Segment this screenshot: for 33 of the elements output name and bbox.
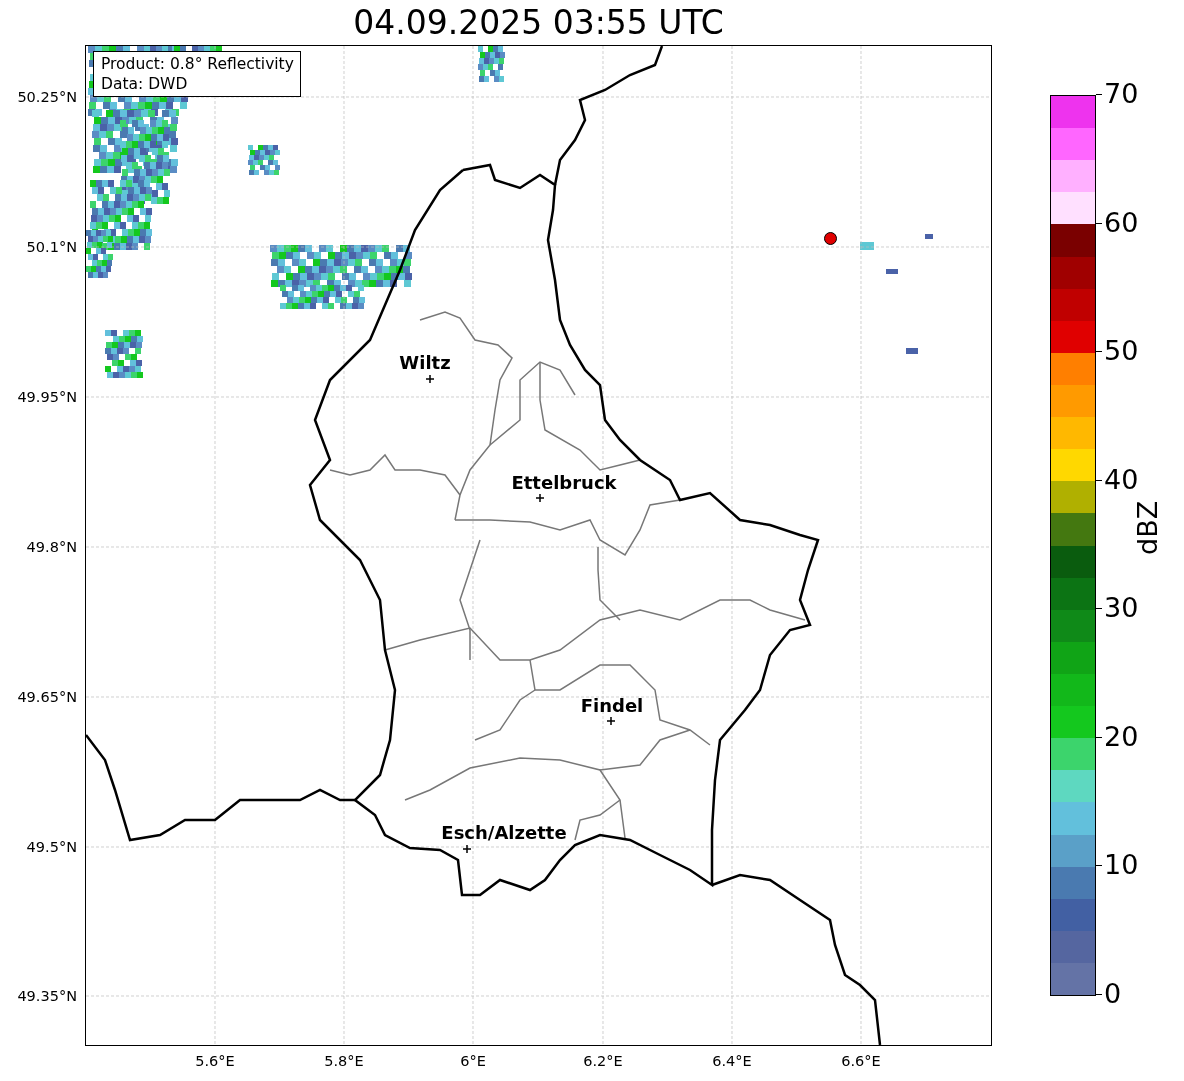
longitude-label: 6.2°E xyxy=(583,1052,623,1070)
scale-tick-label: 40 xyxy=(1104,464,1139,495)
latitude-label: 50.1°N xyxy=(26,238,77,256)
latitude-label: 50.25°N xyxy=(17,88,77,106)
info-text: Data: DWD xyxy=(101,74,189,94)
scale-tick-label: 50 xyxy=(1104,336,1139,367)
info-text: Product: 0.8° Reflectivity xyxy=(101,54,294,74)
latitude-label: 49.8°N xyxy=(26,538,77,556)
scale-tick-label: 20 xyxy=(1104,721,1139,752)
city-label: Findel xyxy=(580,696,644,716)
scale-tick-label: 10 xyxy=(1104,850,1139,881)
city-marker-icon xyxy=(426,375,434,383)
longitude-label: 6°E xyxy=(460,1052,486,1070)
city-label: Esch/Alzette xyxy=(441,823,567,843)
city-label: Wiltz xyxy=(399,353,451,373)
city-marker-icon xyxy=(463,845,471,853)
scale-tick-label: 0 xyxy=(1104,979,1122,1009)
scale-tick-label: 70 xyxy=(1104,79,1139,109)
scale-tick-label: 30 xyxy=(1104,593,1139,624)
latitude-label: 49.95°N xyxy=(17,388,77,406)
longitude-label: 6.4°E xyxy=(712,1052,752,1070)
city-label: Ettelbruck xyxy=(511,473,617,493)
latitude-label: 49.35°N xyxy=(17,987,77,1005)
longitude-label: 6.6°E xyxy=(841,1052,881,1070)
scale-title: dBZ xyxy=(1132,500,1163,555)
longitude-label: 5.8°E xyxy=(324,1052,364,1070)
latitude-label: 49.5°N xyxy=(26,838,77,856)
city-marker-icon xyxy=(536,494,544,502)
city-marker-icon xyxy=(607,717,615,725)
latitude-label: 49.65°N xyxy=(17,688,77,706)
longitude-label: 5.6°E xyxy=(195,1052,235,1070)
scale-tick-label: 60 xyxy=(1104,207,1139,238)
chart-title: 04.09.2025 03:55 UTC xyxy=(352,2,725,44)
